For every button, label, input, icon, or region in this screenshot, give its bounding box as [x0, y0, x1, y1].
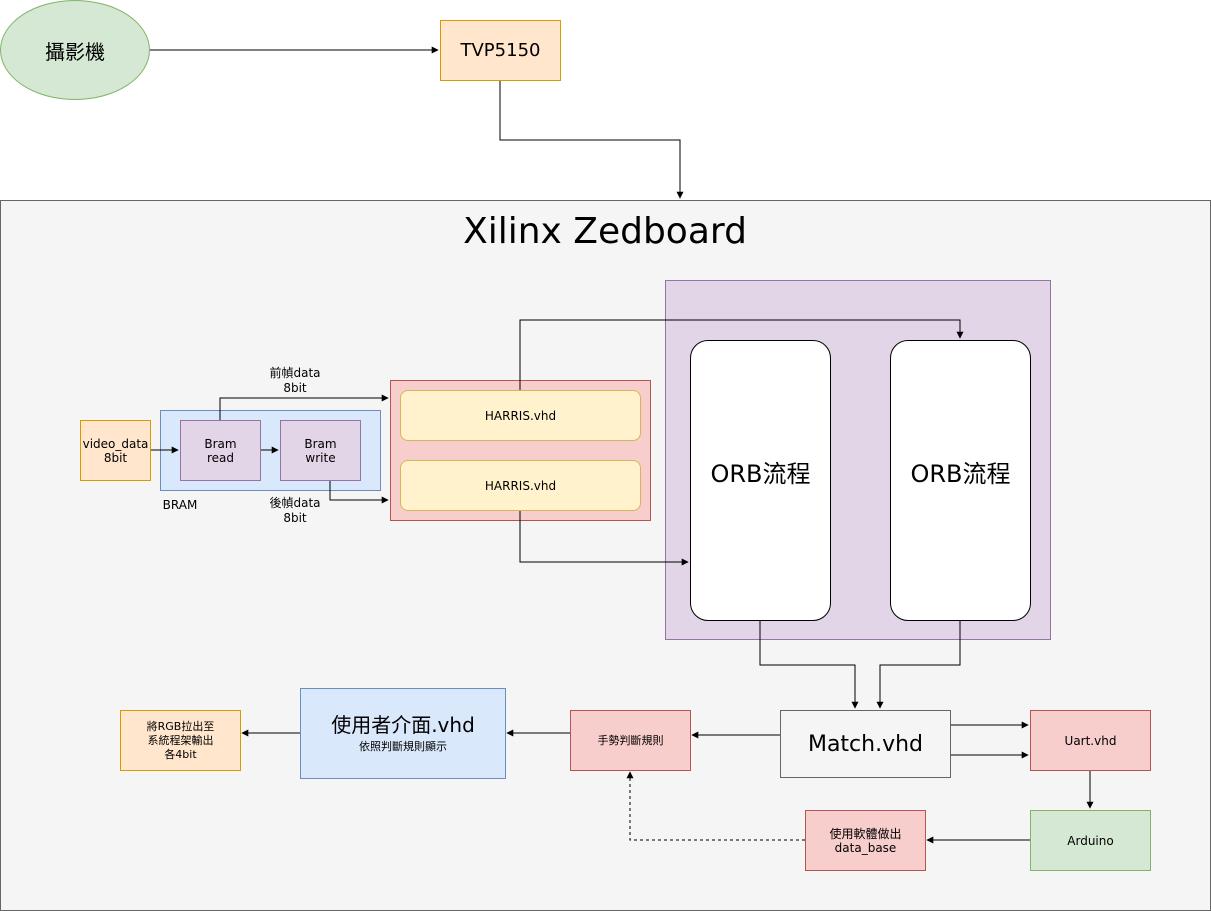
ui-node: 使用者介面.vhd 依照判斷規則顯示 — [300, 688, 506, 779]
bram-read-node: Bram read — [180, 420, 261, 481]
uart-label: Uart.vhd — [1064, 733, 1117, 748]
harris-label-1: HARRIS.vhd — [484, 408, 557, 423]
video-input-line2: 8bit — [103, 450, 128, 465]
database-node: 使用軟體做出 data_base — [805, 810, 926, 871]
wire-harris2-to-orb1 — [519, 510, 689, 566]
vga-line1: 將RGB拉出至 — [146, 719, 215, 733]
bram-read-line2: read — [206, 450, 235, 465]
ui-title: 使用者介面.vhd — [331, 712, 475, 737]
wire-prev-frame — [219, 394, 389, 420]
decoder-label: TVP5150 — [460, 40, 541, 61]
next-frame-line1: 後幀data — [269, 496, 321, 510]
camera-node: 攝影機 — [0, 0, 150, 100]
bram-label: BRAM — [162, 498, 198, 512]
wire-orb2-to-match — [876, 620, 961, 709]
prev-frame-line1: 前幀data — [269, 366, 321, 380]
database-line1: 使用軟體做出 — [829, 826, 902, 841]
gesture-label: 手勢判斷規則 — [597, 733, 664, 747]
database-line2: data_base — [834, 840, 897, 855]
wire-orb1-to-match — [759, 620, 859, 709]
video-input-node: video_data 8bit — [80, 420, 151, 481]
ui-subtitle: 依照判斷規則顯示 — [359, 739, 447, 753]
harris-label-2: HARRIS.vhd — [484, 478, 557, 493]
vga-line2: 系統程架輸出 — [147, 733, 214, 747]
next-frame-label: 後幀data 8bit — [260, 496, 330, 526]
uart-node: Uart.vhd — [1030, 710, 1151, 771]
camera-label: 攝影機 — [45, 39, 105, 64]
bram-read-line1: Bram — [204, 436, 237, 451]
orb-node-1: ORB流程 — [690, 340, 831, 621]
bram-write-node: Bram write — [280, 420, 361, 481]
wire-database-to-gesture — [626, 771, 805, 841]
bram-write-line1: Bram — [304, 436, 337, 451]
wire-next-frame — [329, 480, 389, 504]
prev-frame-label: 前幀data 8bit — [260, 366, 330, 396]
orb-label-1: ORB流程 — [710, 459, 811, 488]
match-label: Match.vhd — [807, 731, 924, 757]
match-node: Match.vhd — [780, 710, 951, 778]
orb-node-2: ORB流程 — [890, 340, 1031, 621]
wire-decoder-to-board — [499, 80, 684, 199]
arduino-label: Arduino — [1067, 833, 1114, 848]
harris-node-1: HARRIS.vhd — [400, 390, 641, 441]
prev-frame-line2: 8bit — [283, 381, 307, 395]
next-frame-line2: 8bit — [283, 511, 307, 525]
arduino-node: Arduino — [1030, 810, 1151, 871]
vga-line3: 各4bit — [164, 747, 197, 761]
video-input-line1: video_data — [82, 436, 149, 451]
orb-label-2: ORB流程 — [910, 459, 1011, 488]
harris-node-2: HARRIS.vhd — [400, 460, 641, 511]
gesture-node: 手勢判斷規則 — [570, 710, 691, 771]
vga-output-node: 將RGB拉出至 系統程架輸出 各4bit — [120, 710, 241, 771]
decoder-node: TVP5150 — [440, 20, 561, 81]
bram-write-line2: write — [305, 450, 336, 465]
